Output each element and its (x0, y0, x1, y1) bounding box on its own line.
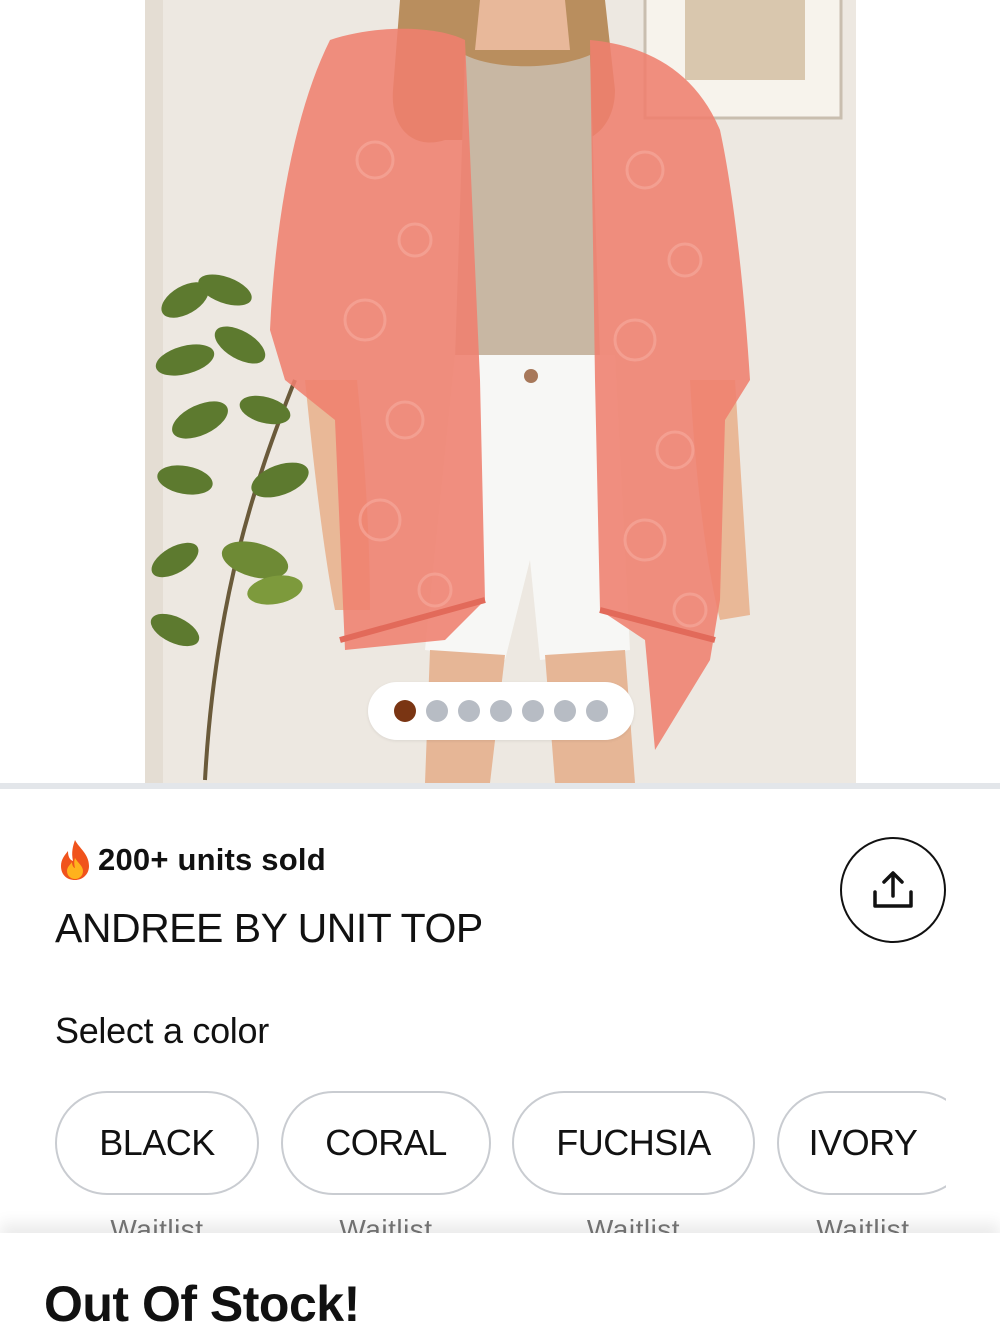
pager-dot[interactable] (522, 700, 544, 722)
fire-icon (61, 840, 89, 880)
stock-status-bar: Out Of Stock! (0, 1233, 1000, 1333)
units-sold-badge: 200+ units sold (56, 838, 326, 882)
color-option-coral[interactable]: CORAL (281, 1091, 491, 1195)
select-color-label: Select a color (55, 1010, 269, 1051)
units-sold-text: 200+ units sold (98, 842, 326, 877)
share-button[interactable] (840, 837, 946, 943)
divider (0, 783, 1000, 789)
product-image-gallery[interactable] (0, 0, 1000, 783)
pager-dot[interactable] (458, 700, 480, 722)
product-photo[interactable] (145, 0, 856, 783)
pager-dot[interactable] (554, 700, 576, 722)
color-options: BLACK Waitlist CORAL Waitlist FUCHSIA Wa… (0, 1088, 946, 1238)
share-icon (873, 871, 913, 908)
product-photo-illustration (145, 0, 856, 783)
color-option-black[interactable]: BLACK (55, 1091, 259, 1195)
pager-dot[interactable] (586, 700, 608, 722)
pager-dot[interactable] (490, 700, 512, 722)
out-of-stock-label: Out Of Stock! (44, 1276, 360, 1332)
image-pager[interactable] (368, 682, 634, 740)
product-title: ANDREE BY UNIT TOP (55, 905, 483, 951)
pager-dot[interactable] (394, 700, 416, 722)
color-option-fuchsia[interactable]: FUCHSIA (512, 1091, 755, 1195)
pager-dot[interactable] (426, 700, 448, 722)
color-option-ivory[interactable]: IVORY (777, 1091, 946, 1195)
